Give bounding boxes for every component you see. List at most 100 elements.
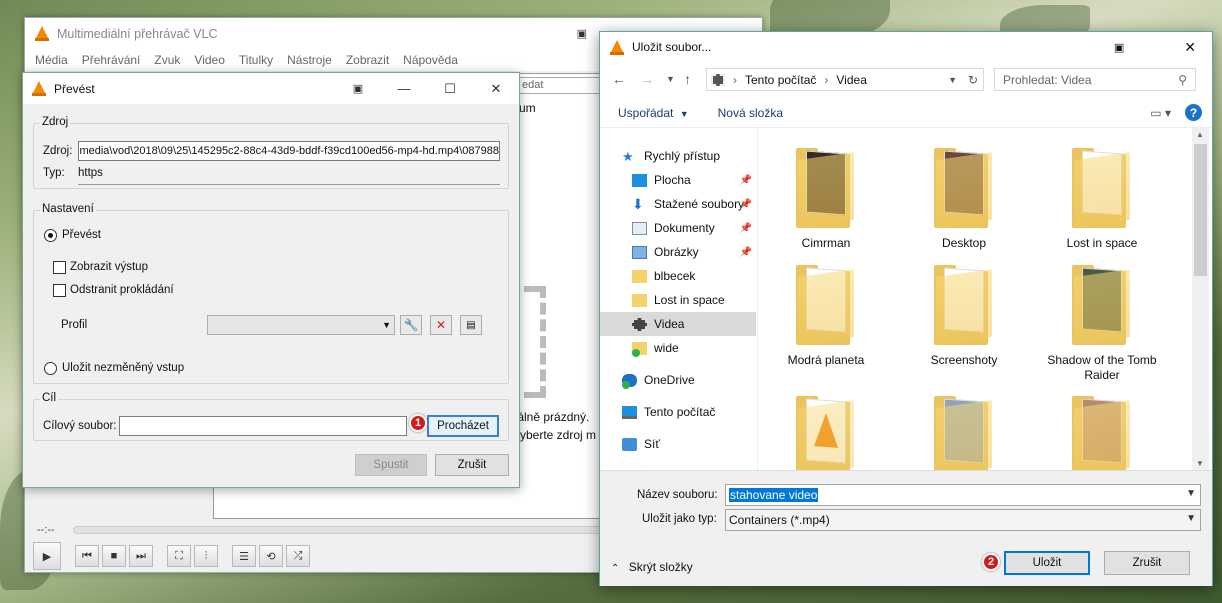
profile-select[interactable]: ▼: [207, 315, 395, 335]
nav-label: OneDrive: [644, 373, 695, 387]
help-icon[interactable]: ?: [1185, 104, 1202, 121]
type-label: Typ:: [43, 167, 65, 179]
minimize-button[interactable]: —: [381, 73, 427, 104]
close-button[interactable]: ✕: [473, 73, 519, 104]
chevron-down-icon: ▼: [1186, 513, 1196, 524]
snap-icon[interactable]: ▣: [577, 27, 587, 40]
chevron-down-icon[interactable]: ▼: [666, 74, 675, 84]
organize-button[interactable]: Uspořádat ▼: [618, 106, 689, 120]
pin-icon: 📌: [739, 222, 752, 234]
show-output-checkbox[interactable]: [53, 261, 66, 274]
nav-label: Videa: [654, 317, 685, 331]
loop-button[interactable]: ⟲: [259, 545, 283, 567]
forward-arrow-icon[interactable]: →: [640, 71, 654, 87]
nav-item-pictures[interactable]: Obrázky 📌: [600, 240, 756, 264]
scroll-up-icon[interactable]: ▲: [1196, 130, 1204, 139]
deinterlace-checkbox[interactable]: [53, 284, 66, 297]
folder-tile[interactable]: Shadow of the Tomb Raider: [1042, 265, 1162, 383]
extended-settings-button[interactable]: ⫶: [194, 545, 218, 567]
nav-item-documents[interactable]: Dokumenty 📌: [600, 216, 756, 240]
vertical-scrollbar[interactable]: ▲ ▼: [1192, 128, 1209, 470]
folder-tile[interactable]: Cimrman: [766, 148, 886, 251]
convert-radio[interactable]: [44, 229, 57, 242]
back-arrow-icon[interactable]: ←: [612, 71, 626, 87]
filetype-select[interactable]: Containers (*.mp4) ▼: [725, 509, 1201, 531]
menu-audio[interactable]: Zvuk: [154, 53, 180, 67]
start-button[interactable]: Spustit: [355, 454, 427, 476]
convert-radio-label: Převést: [62, 229, 101, 241]
edit-profile-wrench-icon[interactable]: 🔧: [400, 315, 422, 335]
source-group: Zdroj Zdroj: 087988\media\vod\2018\09\25…: [33, 116, 509, 189]
nav-item-desktop[interactable]: Plocha 📌: [600, 168, 756, 192]
nav-item-downloads[interactable]: ⬇ Stažené soubory 📌: [600, 192, 756, 216]
chevron-down-icon: ▼: [382, 320, 391, 330]
nav-item-this-pc[interactable]: Tento počítač: [600, 400, 756, 424]
nav-label: Síť: [644, 437, 660, 451]
hide-folders-label: Skrýt složky: [628, 560, 693, 574]
nav-item-videos[interactable]: Videa: [600, 312, 756, 336]
next-button[interactable]: ⏭: [129, 545, 153, 567]
fullscreen-button[interactable]: ⛶: [167, 545, 191, 567]
menu-media[interactable]: Média: [35, 53, 68, 67]
menu-tools[interactable]: Nástroje: [287, 53, 332, 67]
previous-button[interactable]: ⏮: [75, 545, 99, 567]
snap-icon[interactable]: ▣: [1114, 41, 1124, 54]
nav-item-onedrive[interactable]: OneDrive: [600, 368, 756, 392]
destination-file-input[interactable]: [119, 416, 407, 436]
view-options-icon[interactable]: ▭ ▾: [1150, 106, 1171, 120]
breadcrumb-videos[interactable]: Videa: [836, 73, 866, 87]
chevron-down-icon[interactable]: ▼: [948, 75, 957, 85]
folder-tile[interactable]: Screenshoty: [904, 265, 1024, 368]
chevron-down-icon[interactable]: ▼: [1186, 488, 1196, 499]
maximize-button[interactable]: ☐: [427, 73, 473, 104]
folder-sync-icon: [632, 341, 647, 357]
filename-input[interactable]: stahovane video ▼: [725, 484, 1201, 506]
close-button[interactable]: ✕: [1184, 39, 1196, 56]
new-folder-button[interactable]: Nová složka: [718, 106, 783, 120]
nav-label: Dokumenty: [654, 221, 715, 235]
save-button[interactable]: Uložit: [1004, 551, 1090, 575]
new-profile-icon[interactable]: ▤: [460, 315, 482, 335]
nav-item-wide[interactable]: wide: [600, 336, 756, 360]
shuffle-button[interactable]: ⤮: [286, 545, 310, 567]
dump-raw-radio[interactable]: [44, 362, 57, 375]
refresh-icon[interactable]: ↻: [968, 73, 978, 87]
menu-view[interactable]: Zobrazit: [346, 53, 389, 67]
folder-tile[interactable]: Lost in space: [1042, 148, 1162, 251]
folder-label: Screenshoty: [930, 353, 998, 367]
scroll-down-icon[interactable]: ▼: [1196, 459, 1204, 468]
nav-item-blbecek[interactable]: blbecek: [600, 264, 756, 288]
nav-item-quick-access[interactable]: ★ Rychlý přístup: [600, 144, 756, 168]
source-divider: [78, 184, 500, 185]
breadcrumb-this-pc[interactable]: Tento počítač: [745, 73, 816, 87]
folder-tile[interactable]: [766, 396, 886, 470]
folder-tile[interactable]: [904, 396, 1024, 470]
documents-icon: [632, 221, 647, 235]
hide-folders-toggle[interactable]: ⌃ Skrýt složky: [611, 560, 693, 574]
folder-tile[interactable]: [1042, 396, 1162, 470]
menu-subtitles[interactable]: Titulky: [239, 53, 273, 67]
menu-playback[interactable]: Přehrávání: [82, 53, 141, 67]
menu-help[interactable]: Nápověda: [403, 53, 458, 67]
nav-item-lost-in-space[interactable]: Lost in space: [600, 288, 756, 312]
scroll-thumb[interactable]: [1194, 144, 1207, 276]
pin-icon: 📌: [739, 174, 752, 186]
address-bar[interactable]: › Tento počítač › Videa ▼ ↻: [706, 68, 984, 91]
delete-profile-icon[interactable]: ✕: [430, 315, 452, 335]
play-button[interactable]: ▶: [33, 542, 61, 570]
up-arrow-icon[interactable]: ↑: [684, 71, 691, 87]
save-cancel-button[interactable]: Zrušit: [1104, 551, 1190, 575]
playlist-button[interactable]: ☰: [232, 545, 256, 567]
search-input[interactable]: Prohledat: Videa ⚲: [994, 68, 1196, 91]
menu-video[interactable]: Video: [194, 53, 224, 67]
vlc-cone-icon: [32, 81, 46, 96]
nav-item-network[interactable]: Síť: [600, 432, 756, 456]
folder-tile[interactable]: Desktop: [904, 148, 1024, 251]
network-icon: [622, 437, 637, 451]
browse-button[interactable]: Procházet: [427, 415, 499, 437]
convert-cancel-button[interactable]: Zrušit: [435, 454, 509, 476]
stop-button[interactable]: ■: [102, 545, 126, 567]
step-badge: 2: [982, 553, 1000, 571]
folder-tile[interactable]: Modrá planeta: [766, 265, 886, 368]
snap-icon[interactable]: ▣: [335, 73, 381, 104]
